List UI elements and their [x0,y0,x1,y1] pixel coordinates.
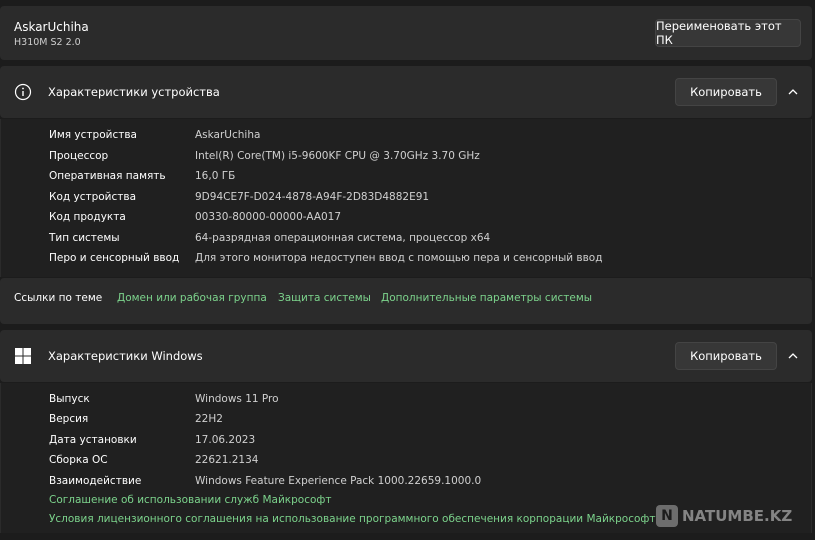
spec-value: 9D94CE7F-D024-4878-A94F-2D83D4882E91 [195,191,430,203]
spec-label: Оперативная память [49,170,166,182]
spec-label: Тип системы [49,232,120,244]
spec-value: 22H2 [195,413,223,425]
watermark-logo: N [656,505,678,527]
windows-specs-header[interactable]: Характеристики Windows Копировать [0,330,812,382]
spec-label: Код продукта [49,211,126,223]
device-specs-title: Характеристики устройства [48,85,220,99]
spec-label: Дата установки [49,434,137,446]
link-microsoft-license-terms[interactable]: Условия лицензионного соглашения на испо… [49,513,656,525]
spec-value: AskarUchiha [195,129,261,141]
link-system-protection[interactable]: Защита системы [278,292,371,304]
link-advanced-system-settings[interactable]: Дополнительные параметры системы [381,292,592,304]
info-icon [14,83,32,101]
chevron-up-icon[interactable] [786,350,800,362]
spec-label: Имя устройства [49,129,137,141]
related-links-bar: Ссылки по теме Домен или рабочая группа … [0,278,812,324]
spec-label: Процессор [49,150,109,162]
watermark: N NATUMBE.KZ [656,505,792,527]
spec-value: Windows Feature Experience Pack 1000.226… [195,475,482,487]
spec-label: Выпуск [49,393,90,405]
spec-value: Intel(R) Core(TM) i5-9600KF CPU @ 3.70GH… [195,150,480,162]
copy-device-specs-button[interactable]: Копировать [675,78,777,106]
chevron-up-icon[interactable] [786,86,800,98]
spec-value: 64-разрядная операционная система, проце… [195,232,491,244]
device-specs-header[interactable]: Характеристики устройства Копировать [0,66,812,118]
related-links-label: Ссылки по теме [14,292,103,304]
watermark-text: NATUMBE.KZ [682,507,793,525]
rename-pc-button[interactable]: Переименовать этот ПК [655,19,801,47]
spec-value: 22621.2134 [195,454,259,466]
copy-windows-specs-button[interactable]: Копировать [675,342,777,370]
spec-label: Сборка ОС [49,454,108,466]
pc-model: H310M S2 2.0 [14,37,81,48]
link-domain-workgroup[interactable]: Домен или рабочая группа [117,292,267,304]
spec-value: 00330-80000-00000-AA017 [195,211,342,223]
spec-value: 16,0 ГБ [195,170,236,182]
pc-name: AskarUchiha [14,20,89,34]
link-microsoft-services-agreement[interactable]: Соглашение об использовании служб Майкро… [49,494,332,506]
spec-value: Для этого монитора недоступен ввод с пом… [195,252,603,264]
device-specs-body: Имя устройства AskarUchiha Процессор Int… [0,119,812,277]
spec-value: Windows 11 Pro [195,393,279,405]
spec-label: Код устройства [49,191,137,203]
windows-logo-icon [15,348,31,364]
spec-value: 17.06.2023 [195,434,256,446]
spec-label: Версия [49,413,89,425]
spec-label: Взаимодействие [49,475,142,487]
pc-name-card: AskarUchiha H310M S2 2.0 Переименовать э… [0,6,812,60]
windows-specs-title: Характеристики Windows [48,349,203,363]
spec-label: Перо и сенсорный ввод [49,252,180,264]
